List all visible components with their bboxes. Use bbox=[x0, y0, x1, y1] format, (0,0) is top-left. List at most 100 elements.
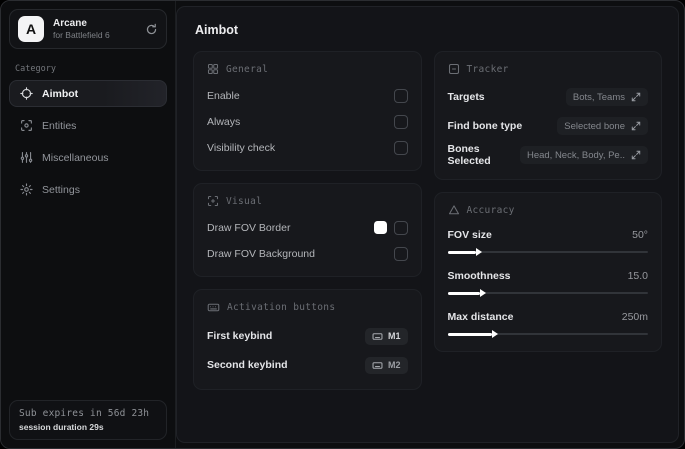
slider-fill bbox=[447, 330, 498, 338]
sidebar-item-label: Entities bbox=[42, 119, 77, 132]
setting-label: Targets bbox=[447, 91, 485, 103]
setting-label: Max distance bbox=[447, 311, 514, 323]
max-distance-setting: Max distance 250m bbox=[447, 307, 648, 338]
app-name: Arcane bbox=[53, 18, 87, 29]
setting-row: Second keybind M2 bbox=[207, 352, 408, 378]
max-distance-slider[interactable] bbox=[447, 330, 648, 338]
card-title: Tracker bbox=[466, 63, 509, 75]
setting-label: Enable bbox=[207, 89, 240, 102]
sidebar-item-label: Miscellaneous bbox=[42, 151, 109, 164]
grid-icon bbox=[207, 63, 219, 75]
slider-thumb[interactable] bbox=[491, 330, 498, 338]
sidebar-item-label: Aimbot bbox=[42, 87, 79, 100]
visibility-check-checkbox[interactable] bbox=[393, 140, 408, 155]
setting-label: FOV size bbox=[447, 229, 492, 241]
sidebar-item-miscellaneous[interactable]: Miscellaneous bbox=[9, 144, 167, 171]
dropdown-value: Bots, Teams bbox=[572, 91, 625, 103]
setting-label: Bones Selected bbox=[447, 143, 491, 167]
setting-row: Find bone type Selected bone bbox=[447, 113, 648, 139]
general-card: General Enable Always Visibility check bbox=[193, 51, 422, 171]
right-column: Tracker Targets Bots, Teams Find bone ty… bbox=[433, 51, 662, 352]
slider-fill bbox=[447, 289, 486, 297]
slider-thumb[interactable] bbox=[479, 289, 486, 297]
app-window: A Arcane for Battlefield 6 Category Aimb… bbox=[0, 0, 685, 449]
draw-fov-border-checkbox[interactable] bbox=[393, 220, 408, 235]
setting-label: Draw FOV Background bbox=[207, 247, 315, 260]
enable-checkbox[interactable] bbox=[393, 88, 408, 103]
expand-icon bbox=[631, 150, 641, 160]
smoothness-setting: Smoothness 15.0 bbox=[447, 266, 648, 297]
setting-row: Bones Selected Head, Neck, Body, Pe.. bbox=[447, 142, 648, 168]
keyboard-icon bbox=[207, 301, 220, 314]
card-title: Activation buttons bbox=[227, 302, 336, 313]
sliders-icon bbox=[20, 151, 33, 164]
keyboard-icon bbox=[372, 360, 383, 371]
setting-label: Second keybind bbox=[207, 359, 288, 371]
draw-fov-background-checkbox[interactable] bbox=[393, 246, 408, 261]
app-logo-card: A Arcane for Battlefield 6 bbox=[9, 9, 167, 49]
focus-icon bbox=[207, 195, 219, 207]
fov-size-slider[interactable] bbox=[447, 248, 648, 256]
sidebar-item-entities[interactable]: Entities bbox=[9, 112, 167, 139]
keybind-value: M1 bbox=[387, 331, 401, 341]
slider-value: 50° bbox=[632, 229, 648, 241]
setting-label: First keybind bbox=[207, 330, 273, 342]
bones-selected-dropdown[interactable]: Head, Neck, Body, Pe.. bbox=[519, 146, 648, 164]
card-title: General bbox=[226, 63, 269, 75]
second-keybind-button[interactable]: M2 bbox=[364, 356, 408, 374]
sidebar-item-label: Settings bbox=[42, 183, 80, 196]
fov-size-setting: FOV size 50° bbox=[447, 225, 648, 256]
subscription-info-card: Sub expires in 56d 23h session duration … bbox=[9, 400, 167, 440]
refresh-icon bbox=[145, 23, 158, 36]
fov-border-color-swatch[interactable] bbox=[373, 221, 387, 234]
setting-label: Find bone type bbox=[447, 120, 523, 132]
category-label: Category bbox=[15, 64, 56, 74]
accuracy-card: Accuracy FOV size 50° Smoothness 15.0 Ma… bbox=[433, 192, 662, 352]
expand-icon bbox=[631, 92, 641, 102]
visual-card: Visual Draw FOV Border Draw FOV Backgrou… bbox=[193, 183, 422, 277]
crosshair-icon bbox=[20, 87, 33, 100]
setting-row: Draw FOV Border bbox=[207, 216, 408, 239]
dropdown-value: Head, Neck, Body, Pe.. bbox=[526, 149, 625, 161]
main-panel: Aimbot General Enable Always Visibility … bbox=[176, 6, 679, 443]
sidebar-item-settings[interactable]: Settings bbox=[9, 176, 167, 203]
page-title: Aimbot bbox=[195, 23, 239, 37]
setting-row: Always bbox=[207, 110, 408, 133]
dropdown-value: Selected bone bbox=[564, 120, 625, 132]
sub-expires-text: Sub expires in 56d 23h bbox=[19, 408, 150, 419]
refresh-button[interactable] bbox=[145, 23, 158, 36]
slider-value: 15.0 bbox=[627, 270, 648, 282]
card-title: Visual bbox=[226, 195, 263, 207]
keyboard-icon bbox=[372, 331, 383, 342]
entities-icon bbox=[20, 119, 33, 132]
keybind-value: M2 bbox=[387, 360, 401, 370]
always-checkbox[interactable] bbox=[393, 114, 408, 129]
setting-label: Smoothness bbox=[447, 270, 511, 282]
targets-dropdown[interactable]: Bots, Teams bbox=[565, 88, 648, 106]
smoothness-slider[interactable] bbox=[447, 289, 648, 297]
setting-label: Always bbox=[207, 115, 241, 128]
sidebar-item-aimbot[interactable]: Aimbot bbox=[9, 80, 167, 107]
left-column: General Enable Always Visibility check V… bbox=[193, 51, 422, 390]
session-duration-text: session duration 29s bbox=[19, 422, 104, 432]
gear-icon bbox=[20, 183, 33, 196]
app-subtitle: for Battlefield 6 bbox=[53, 30, 110, 40]
setting-row: Visibility check bbox=[207, 136, 408, 159]
sidebar: A Arcane for Battlefield 6 Category Aimb… bbox=[1, 1, 176, 448]
setting-row: Enable bbox=[207, 84, 408, 107]
setting-row: Draw FOV Background bbox=[207, 242, 408, 265]
minus-square-icon bbox=[448, 63, 460, 75]
triangle-icon bbox=[448, 204, 460, 216]
setting-label: Visibility check bbox=[207, 141, 276, 154]
first-keybind-button[interactable]: M1 bbox=[364, 327, 408, 345]
card-title: Accuracy bbox=[466, 204, 515, 216]
app-logo: A bbox=[18, 16, 44, 42]
activation-buttons-card: Activation buttons First keybind M1 Seco… bbox=[193, 289, 422, 390]
slider-thumb[interactable] bbox=[475, 248, 482, 256]
setting-row: First keybind M1 bbox=[207, 323, 408, 349]
find-bone-type-dropdown[interactable]: Selected bone bbox=[557, 117, 648, 135]
setting-label: Draw FOV Border bbox=[207, 221, 291, 234]
slider-fill bbox=[447, 248, 482, 256]
setting-row: Targets Bots, Teams bbox=[447, 84, 648, 110]
slider-value: 250m bbox=[621, 311, 648, 323]
